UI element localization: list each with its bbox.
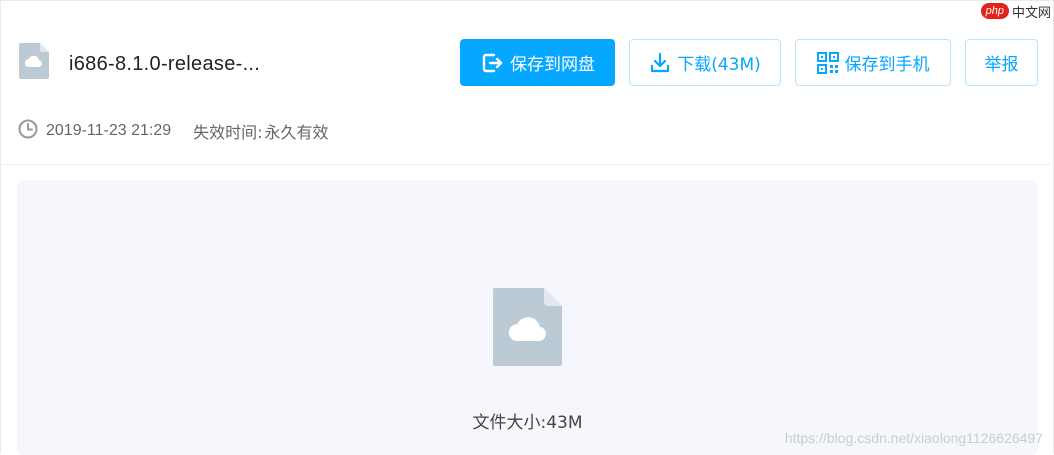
- file-name: i686-8.1.0-release-...: [69, 53, 261, 75]
- save-to-phone-label: 保存到手机: [844, 55, 930, 75]
- share-page: php 中文网 i686-8.1.0-release-... 保存到网盘 下载(…: [0, 0, 1054, 455]
- divider: [1, 164, 1053, 165]
- report-button[interactable]: 举报: [965, 39, 1038, 86]
- save-to-phone-button[interactable]: 保存到手机: [795, 39, 951, 86]
- csdn-watermark: https://blog.csdn.net/xiaolong1126626497: [784, 430, 1043, 446]
- download-button[interactable]: 下载(43M): [629, 39, 781, 86]
- save-to-disk-button[interactable]: 保存到网盘: [460, 39, 615, 86]
- download-label: 下载(43M): [677, 55, 761, 75]
- php-watermark: php 中文网: [976, 1, 1053, 21]
- php-watermark-text: 中文网: [1011, 5, 1051, 21]
- save-to-disk-label: 保存到网盘: [510, 55, 595, 75]
- php-logo: php: [980, 3, 1009, 19]
- clock-icon: [18, 119, 38, 143]
- expire-label: 失效时间:: [193, 123, 263, 142]
- file-preview-panel: 文件大小:43M: [17, 180, 1038, 455]
- download-icon: [649, 52, 671, 74]
- qr-code-icon: [816, 51, 839, 74]
- file-meta: 2019-11-23 21:29 失效时间: 永久有效: [18, 119, 329, 143]
- report-label: 举报: [984, 55, 1019, 75]
- file-cloud-icon: [19, 43, 49, 83]
- expire-value: 永久有效: [264, 123, 329, 142]
- save-export-icon: [480, 51, 504, 75]
- large-file-cloud-icon: [493, 288, 562, 370]
- share-date: 2019-11-23 21:29: [46, 122, 172, 139]
